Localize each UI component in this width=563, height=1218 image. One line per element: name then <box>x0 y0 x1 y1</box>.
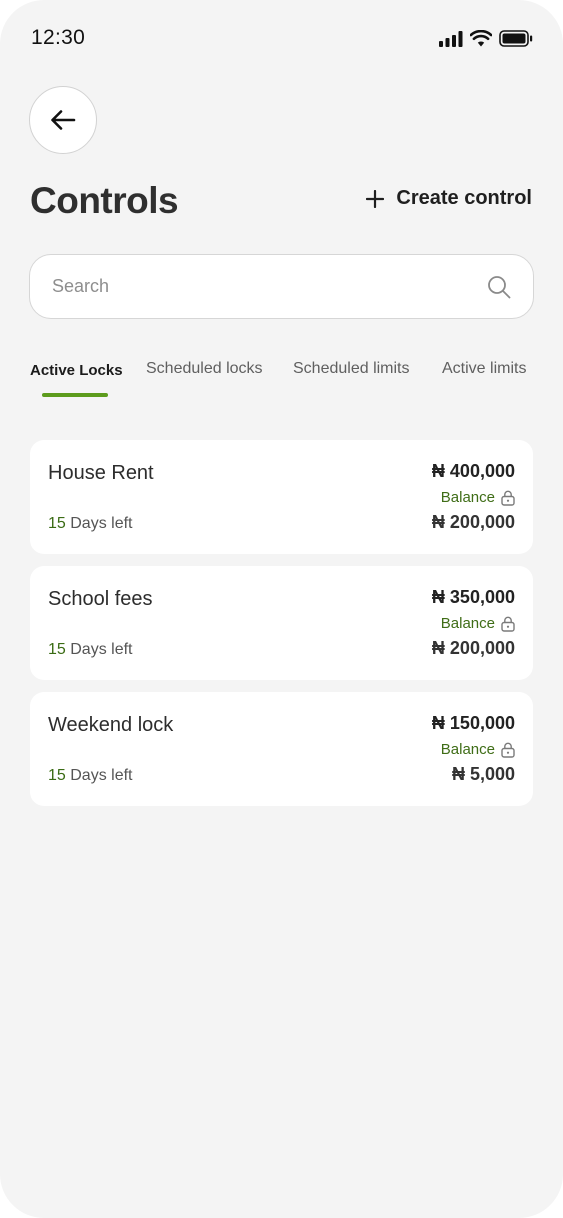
create-control-label: Create control <box>396 187 532 209</box>
lock-balance: ₦ 200,000 <box>431 512 515 532</box>
lock-name: Weekend lock <box>48 714 174 736</box>
tab-scheduled-locks[interactable]: Scheduled locks <box>146 360 263 378</box>
days-left: 15 Days left <box>48 641 133 659</box>
back-button[interactable] <box>29 86 97 154</box>
lock-icon <box>501 742 515 758</box>
battery-icon <box>499 30 533 47</box>
signal-icon <box>439 30 463 47</box>
status-time: 12:30 <box>31 26 86 49</box>
search-input[interactable] <box>52 255 482 317</box>
days-left-label: Days left <box>70 641 133 658</box>
tab-active-locks[interactable]: Active Locks <box>30 362 123 379</box>
days-left-count: 15 <box>48 515 66 532</box>
days-left-label: Days left <box>70 767 133 784</box>
lock-amount: ₦ 150,000 <box>431 713 515 733</box>
page-title: Controls <box>30 180 179 221</box>
lock-balance: ₦ 5,000 <box>451 764 515 784</box>
create-control-button[interactable]: Create control <box>366 187 532 210</box>
balance-label: Balance <box>441 741 515 758</box>
tab-active-limits[interactable]: Active limits <box>442 360 526 378</box>
status-icons <box>439 30 533 47</box>
days-left: 15 Days left <box>48 767 133 785</box>
phone-screen: 12:30 Controls Create control Search Act… <box>0 0 563 1218</box>
days-left-label: Days left <box>70 515 133 532</box>
lock-amount: ₦ 400,000 <box>431 461 515 481</box>
balance-label-text: Balance <box>440 489 495 506</box>
active-tab-indicator <box>42 393 108 397</box>
days-left: 15 Days left <box>48 515 133 533</box>
back-arrow-icon <box>51 110 76 130</box>
lock-icon <box>501 490 515 506</box>
plus-icon <box>366 189 385 208</box>
lock-card-school-fees[interactable]: School fees 15 Days left ₦ 350,000 Balan… <box>30 566 533 680</box>
lock-icon <box>501 616 515 632</box>
tab-scheduled-limits[interactable]: Scheduled limits <box>293 360 410 378</box>
search-box[interactable] <box>29 254 534 319</box>
status-bar: 12:30 <box>0 0 563 76</box>
search-icon[interactable] <box>487 275 511 299</box>
balance-label-text: Balance <box>440 615 495 632</box>
wifi-icon <box>470 30 492 47</box>
lock-card-weekend-lock[interactable]: Weekend lock 15 Days left ₦ 150,000 Bala… <box>30 692 533 806</box>
lock-balance: ₦ 200,000 <box>431 638 515 658</box>
balance-label: Balance <box>441 489 515 506</box>
days-left-count: 15 <box>48 767 66 784</box>
balance-label: Balance <box>441 615 515 632</box>
lock-amount: ₦ 350,000 <box>431 587 515 607</box>
lock-card-house-rent[interactable]: House Rent 15 Days left ₦ 400,000 Balanc… <box>30 440 533 554</box>
lock-name: House Rent <box>48 462 154 484</box>
tab-bar: Active Locks Scheduled locks Scheduled l… <box>30 360 535 402</box>
lock-name: School fees <box>48 588 153 610</box>
days-left-count: 15 <box>48 641 66 658</box>
balance-label-text: Balance <box>440 741 495 758</box>
